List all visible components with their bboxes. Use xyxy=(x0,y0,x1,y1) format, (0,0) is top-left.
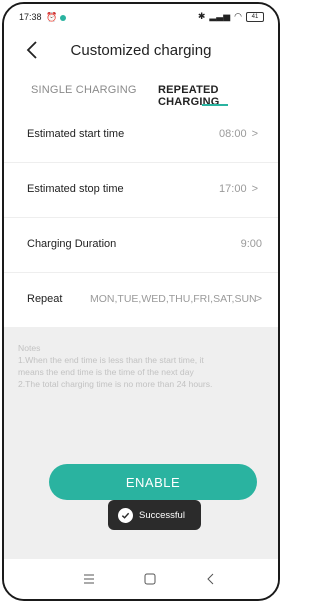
repeat-value: MON,TUE,WED,THU,FRI,SAT,SUN xyxy=(90,293,257,305)
alarm-icon: ⏰ xyxy=(46,12,58,22)
notes-line: 1.When the end time is less than the sta… xyxy=(18,355,204,365)
duration-row: Charging Duration 9:00 xyxy=(4,218,278,273)
battery-icon: 41 xyxy=(246,11,264,22)
page-title: Customized charging xyxy=(70,42,212,59)
start-time-value: 08:00 xyxy=(219,128,247,140)
stop-time-value-group: 17:00 > xyxy=(219,183,258,195)
tab-bar: SINGLE CHARGING REPEATED CHARGING xyxy=(4,72,278,109)
chevron-right-icon: > xyxy=(255,293,262,305)
menu-icon[interactable] xyxy=(80,571,98,587)
start-time-row[interactable]: Estimated start time 08:00 > xyxy=(4,108,278,163)
chevron-right-icon: > xyxy=(251,128,258,140)
notes-title: Notes xyxy=(18,343,41,353)
back-nav-icon[interactable] xyxy=(202,571,220,587)
repeat-row[interactable]: Repeat MON,TUE,WED,THU,FRI,SAT,SUN > xyxy=(4,273,278,327)
tab-single-charging[interactable]: SINGLE CHARGING xyxy=(31,84,137,96)
start-time-label: Estimated start time xyxy=(27,128,125,140)
system-nav-bar xyxy=(4,559,278,599)
stop-time-row[interactable]: Estimated stop time 17:00 > xyxy=(4,163,278,218)
enable-button[interactable]: ENABLE xyxy=(49,464,257,500)
check-circle-icon xyxy=(118,507,133,523)
duration-value: 9:00 xyxy=(240,238,262,250)
repeat-label: Repeat xyxy=(27,293,63,305)
settings-list: Estimated start time 08:00 > Estimated s… xyxy=(4,108,278,327)
chevron-right-icon: > xyxy=(251,183,258,195)
notes-line: means the end time is the time of the ne… xyxy=(18,367,194,377)
status-right-icons: ✱ ▂▃▅ ◠ 41 xyxy=(198,11,264,22)
stop-time-value: 17:00 xyxy=(219,183,247,195)
home-icon[interactable] xyxy=(141,571,159,587)
duration-label: Charging Duration xyxy=(27,238,117,250)
status-left-icons: ⏰ xyxy=(46,12,67,23)
notes: Notes 1.When the end time is less than t… xyxy=(18,342,270,390)
toast-text: Successful xyxy=(139,509,185,521)
header: Customized charging xyxy=(4,30,278,72)
notes-line: 2.The total charging time is no more tha… xyxy=(18,379,213,389)
signal-icon: ▂▃▅ xyxy=(209,11,231,21)
bluetooth-icon: ✱ xyxy=(197,11,206,21)
wifi-icon: ◠ xyxy=(234,11,242,21)
stop-time-label: Estimated stop time xyxy=(27,183,124,195)
toast: Successful xyxy=(108,500,201,530)
status-time: 17:38 xyxy=(19,12,42,22)
status-bar: 17:38 ⏰ ✱ ▂▃▅ ◠ 41 xyxy=(4,4,278,30)
phone-frame: 17:38 ⏰ ✱ ▂▃▅ ◠ 41 Customized charging S… xyxy=(2,2,280,601)
start-time-value-group: 08:00 > xyxy=(219,128,258,140)
notification-dot-icon xyxy=(60,14,67,21)
active-tab-indicator xyxy=(202,104,228,106)
